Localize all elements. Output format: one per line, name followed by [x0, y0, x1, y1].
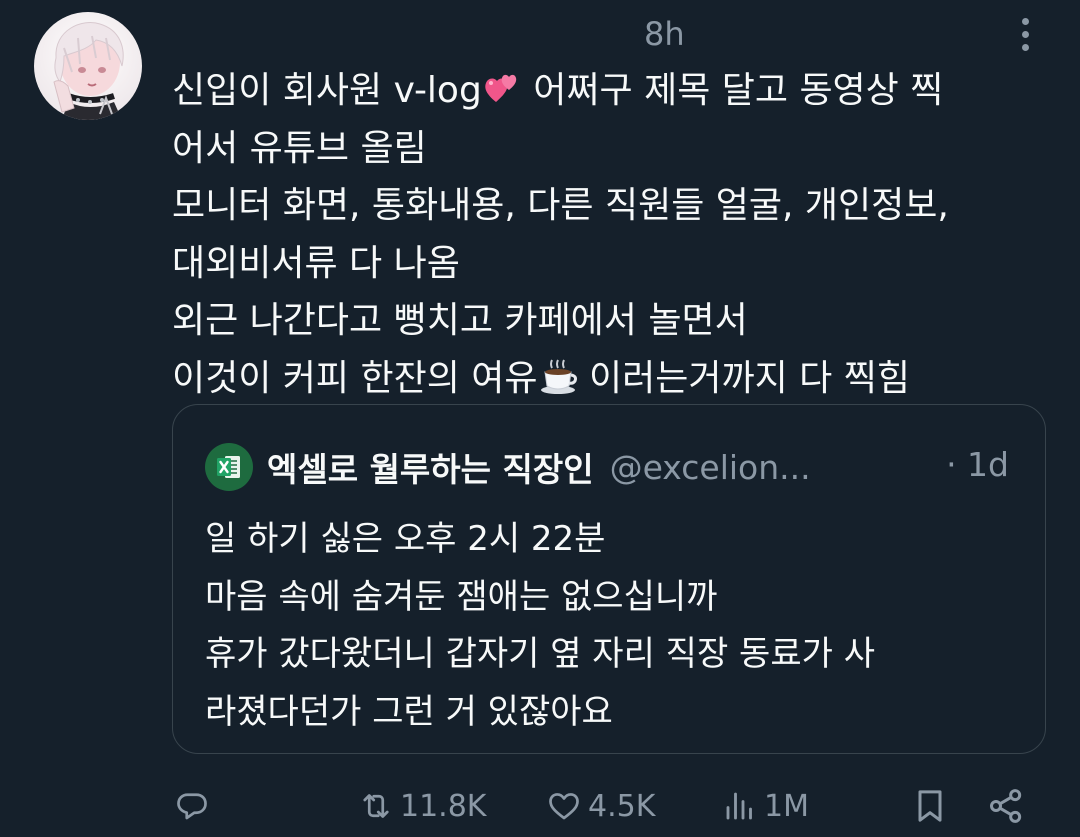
bookmark-button[interactable]: [910, 778, 950, 834]
avatar-illustration: [53, 22, 124, 120]
action-bar: 11.8K 4.5K 1M: [0, 778, 1080, 834]
share-icon: [989, 789, 1022, 823]
heart-icon: [549, 793, 579, 820]
quoted-line: 마음 속에 숨겨둔 잼애는 없으십니까: [205, 576, 718, 617]
tweet-line: 신입이 회사원 v-log 어쩌구 제목 달고 동영상 찍: [172, 62, 1052, 120]
reply-button[interactable]: [174, 778, 210, 834]
quoted-timestamp[interactable]: · 1d: [946, 445, 1009, 484]
retweet-icon: [363, 794, 389, 818]
views-icon: [726, 792, 752, 820]
retweet-button[interactable]: 11.8K: [358, 778, 486, 834]
tweet-line: 어서 유튜브 올림: [172, 127, 427, 169]
quoted-line: 일 하기 싫은 오후 2시 22분: [205, 519, 606, 559]
tweet-line-text: 어쩌구 제목 달고 동영상 찍: [521, 70, 944, 111]
more-vertical-icon[interactable]: [1006, 14, 1044, 54]
share-button[interactable]: [986, 778, 1026, 834]
tweet-line-text: 신입이 회사원 v-log: [172, 70, 482, 111]
two-hearts-emoji: [485, 74, 517, 102]
hot-beverage-emoji: [540, 359, 577, 394]
tweet-line-text: 이러는거까지 다 찍힘: [577, 357, 910, 399]
reply-icon: [177, 793, 207, 820]
tweet-line: 대외비서류 다 나옴: [172, 242, 460, 284]
quoted-line: 라졌다던가 그런 거 있잖아요: [205, 691, 613, 732]
retweet-count: 11.8K: [400, 788, 487, 824]
views-button[interactable]: 1M: [722, 778, 809, 834]
tweet-text: 신입이 회사원 v-log 어쩌구 제목 달고 동영상 찍 어서 유튜브 올림 …: [172, 62, 1052, 407]
quoted-tweet-header: 엑셀로 월루하는 직장인 @excelion...: [205, 443, 811, 491]
quoted-author-name[interactable]: 엑셀로 월루하는 직장인: [267, 443, 594, 491]
avatar[interactable]: [34, 12, 142, 120]
quoted-tweet-text: 일 하기 싫은 오후 2시 22분 마음 속에 숨겨둔 잼애는 없으십니까 휴가…: [205, 511, 1025, 741]
excel-icon[interactable]: [205, 443, 253, 491]
tweet-line: 외근 나간다고 뻥치고 카페에서 놀면서: [172, 300, 748, 341]
tweet-line: 모니터 화면, 통화내용, 다른 직원들 얼굴, 개인정보,: [172, 185, 949, 226]
like-count: 4.5K: [588, 788, 656, 824]
like-button[interactable]: 4.5K: [546, 778, 655, 834]
quoted-author-handle[interactable]: @excelion...: [610, 448, 811, 487]
quoted-line: 휴가 갔다왔더니 갑자기 옆 자리 직장 동료가 사: [205, 634, 875, 674]
quoted-tweet[interactable]: 엑셀로 월루하는 직장인 @excelion... · 1d 일 하기 싫은 오…: [172, 404, 1046, 754]
tweet-line-text: 이것이 커피 한잔의 여유: [172, 357, 538, 399]
views-count: 1M: [764, 788, 809, 824]
tweet[interactable]: 8h 신입이 회사원 v-log 어쩌구 제목 달고 동영상 찍 어서 유튜브 …: [0, 0, 1080, 837]
tweet-line: 이것이 커피 한잔의 여유 이러는거까지 다 찍힘: [172, 350, 1052, 408]
bookmark-icon: [918, 790, 942, 822]
tweet-timestamp[interactable]: 8h: [644, 14, 685, 54]
